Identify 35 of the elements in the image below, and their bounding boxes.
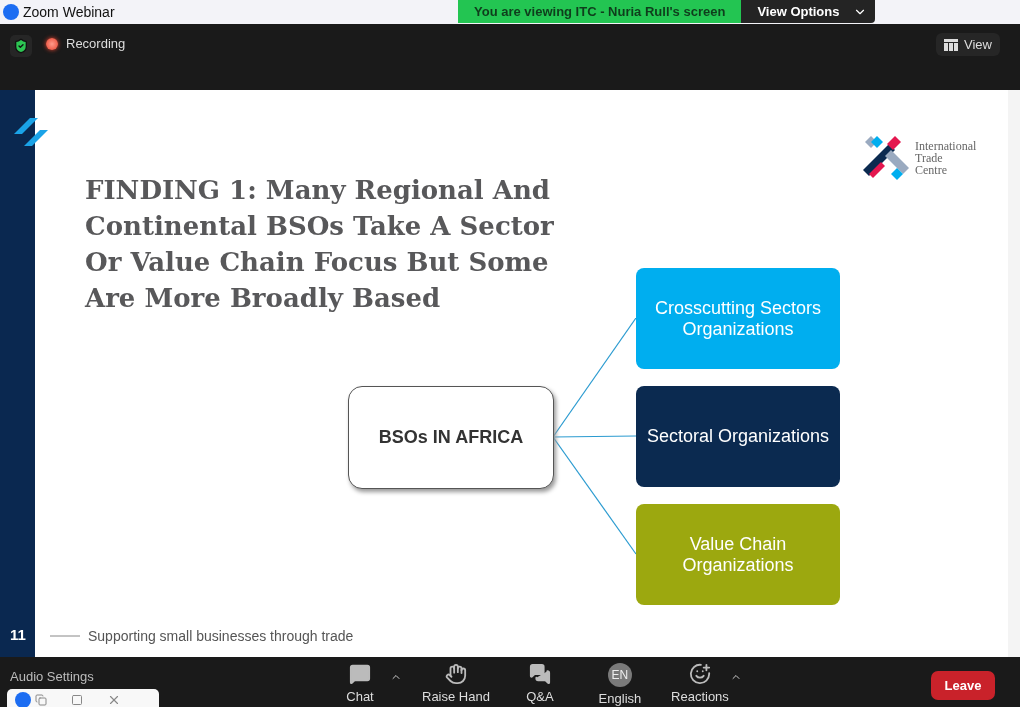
chat-bubbles-icon [528, 663, 551, 685]
slide-footer-text: Supporting small businesses through trade [88, 628, 354, 644]
view-options-button[interactable]: View Options [741, 0, 876, 23]
chat-icon [349, 663, 371, 685]
itc-logo-text: International Trade Centre [915, 140, 977, 176]
close-icon[interactable] [107, 693, 121, 707]
restore-icon[interactable] [35, 694, 47, 706]
toolbar-button[interactable]: EN English [589, 663, 650, 706]
language-badge: EN [607, 663, 632, 687]
gallery-view-icon [944, 38, 959, 51]
toolbar-button[interactable]: Reactions [669, 663, 730, 704]
toolbar-button[interactable]: Q&A [509, 663, 570, 704]
toolbar-button[interactable]: Chat [330, 663, 390, 704]
toolbar-button[interactable]: Raise Hand [422, 663, 490, 704]
recording-label: Recording [66, 36, 126, 51]
diagram-branch-node: Sectoral Organizations [636, 386, 840, 487]
maximize-icon[interactable] [71, 694, 83, 706]
hand-icon [444, 663, 467, 685]
audio-settings-label[interactable]: Audio Settings [10, 669, 94, 684]
smiley-icon [688, 663, 711, 685]
slide-number: 11 [10, 626, 26, 643]
itc-logo-icon [863, 136, 909, 182]
diagram-root-node: BSOs IN AFRICA [348, 386, 554, 489]
view-button[interactable]: View [936, 33, 1000, 56]
zoom-logo-icon [3, 4, 19, 20]
security-shield-icon[interactable] [10, 35, 32, 57]
window-title: Zoom Webinar [23, 4, 115, 20]
diagram-branch-node: Value Chain Organizations [636, 504, 840, 605]
diagram-branch-node: Crosscutting Sectors Organizations [636, 268, 840, 369]
recording-dot-icon [46, 37, 58, 50]
footer-rule [50, 635, 80, 637]
screen-share-banner: You are viewing ITC - Nuria Rull's screen [458, 0, 742, 23]
slide-title: FINDING 1: Many Regional And Continental BSOs Take A Sector Or Value Chain Focus But Some Are More Broadly Based [85, 174, 555, 315]
leave-button[interactable]: Leave [931, 671, 995, 700]
zoom-logo-icon [15, 692, 31, 707]
